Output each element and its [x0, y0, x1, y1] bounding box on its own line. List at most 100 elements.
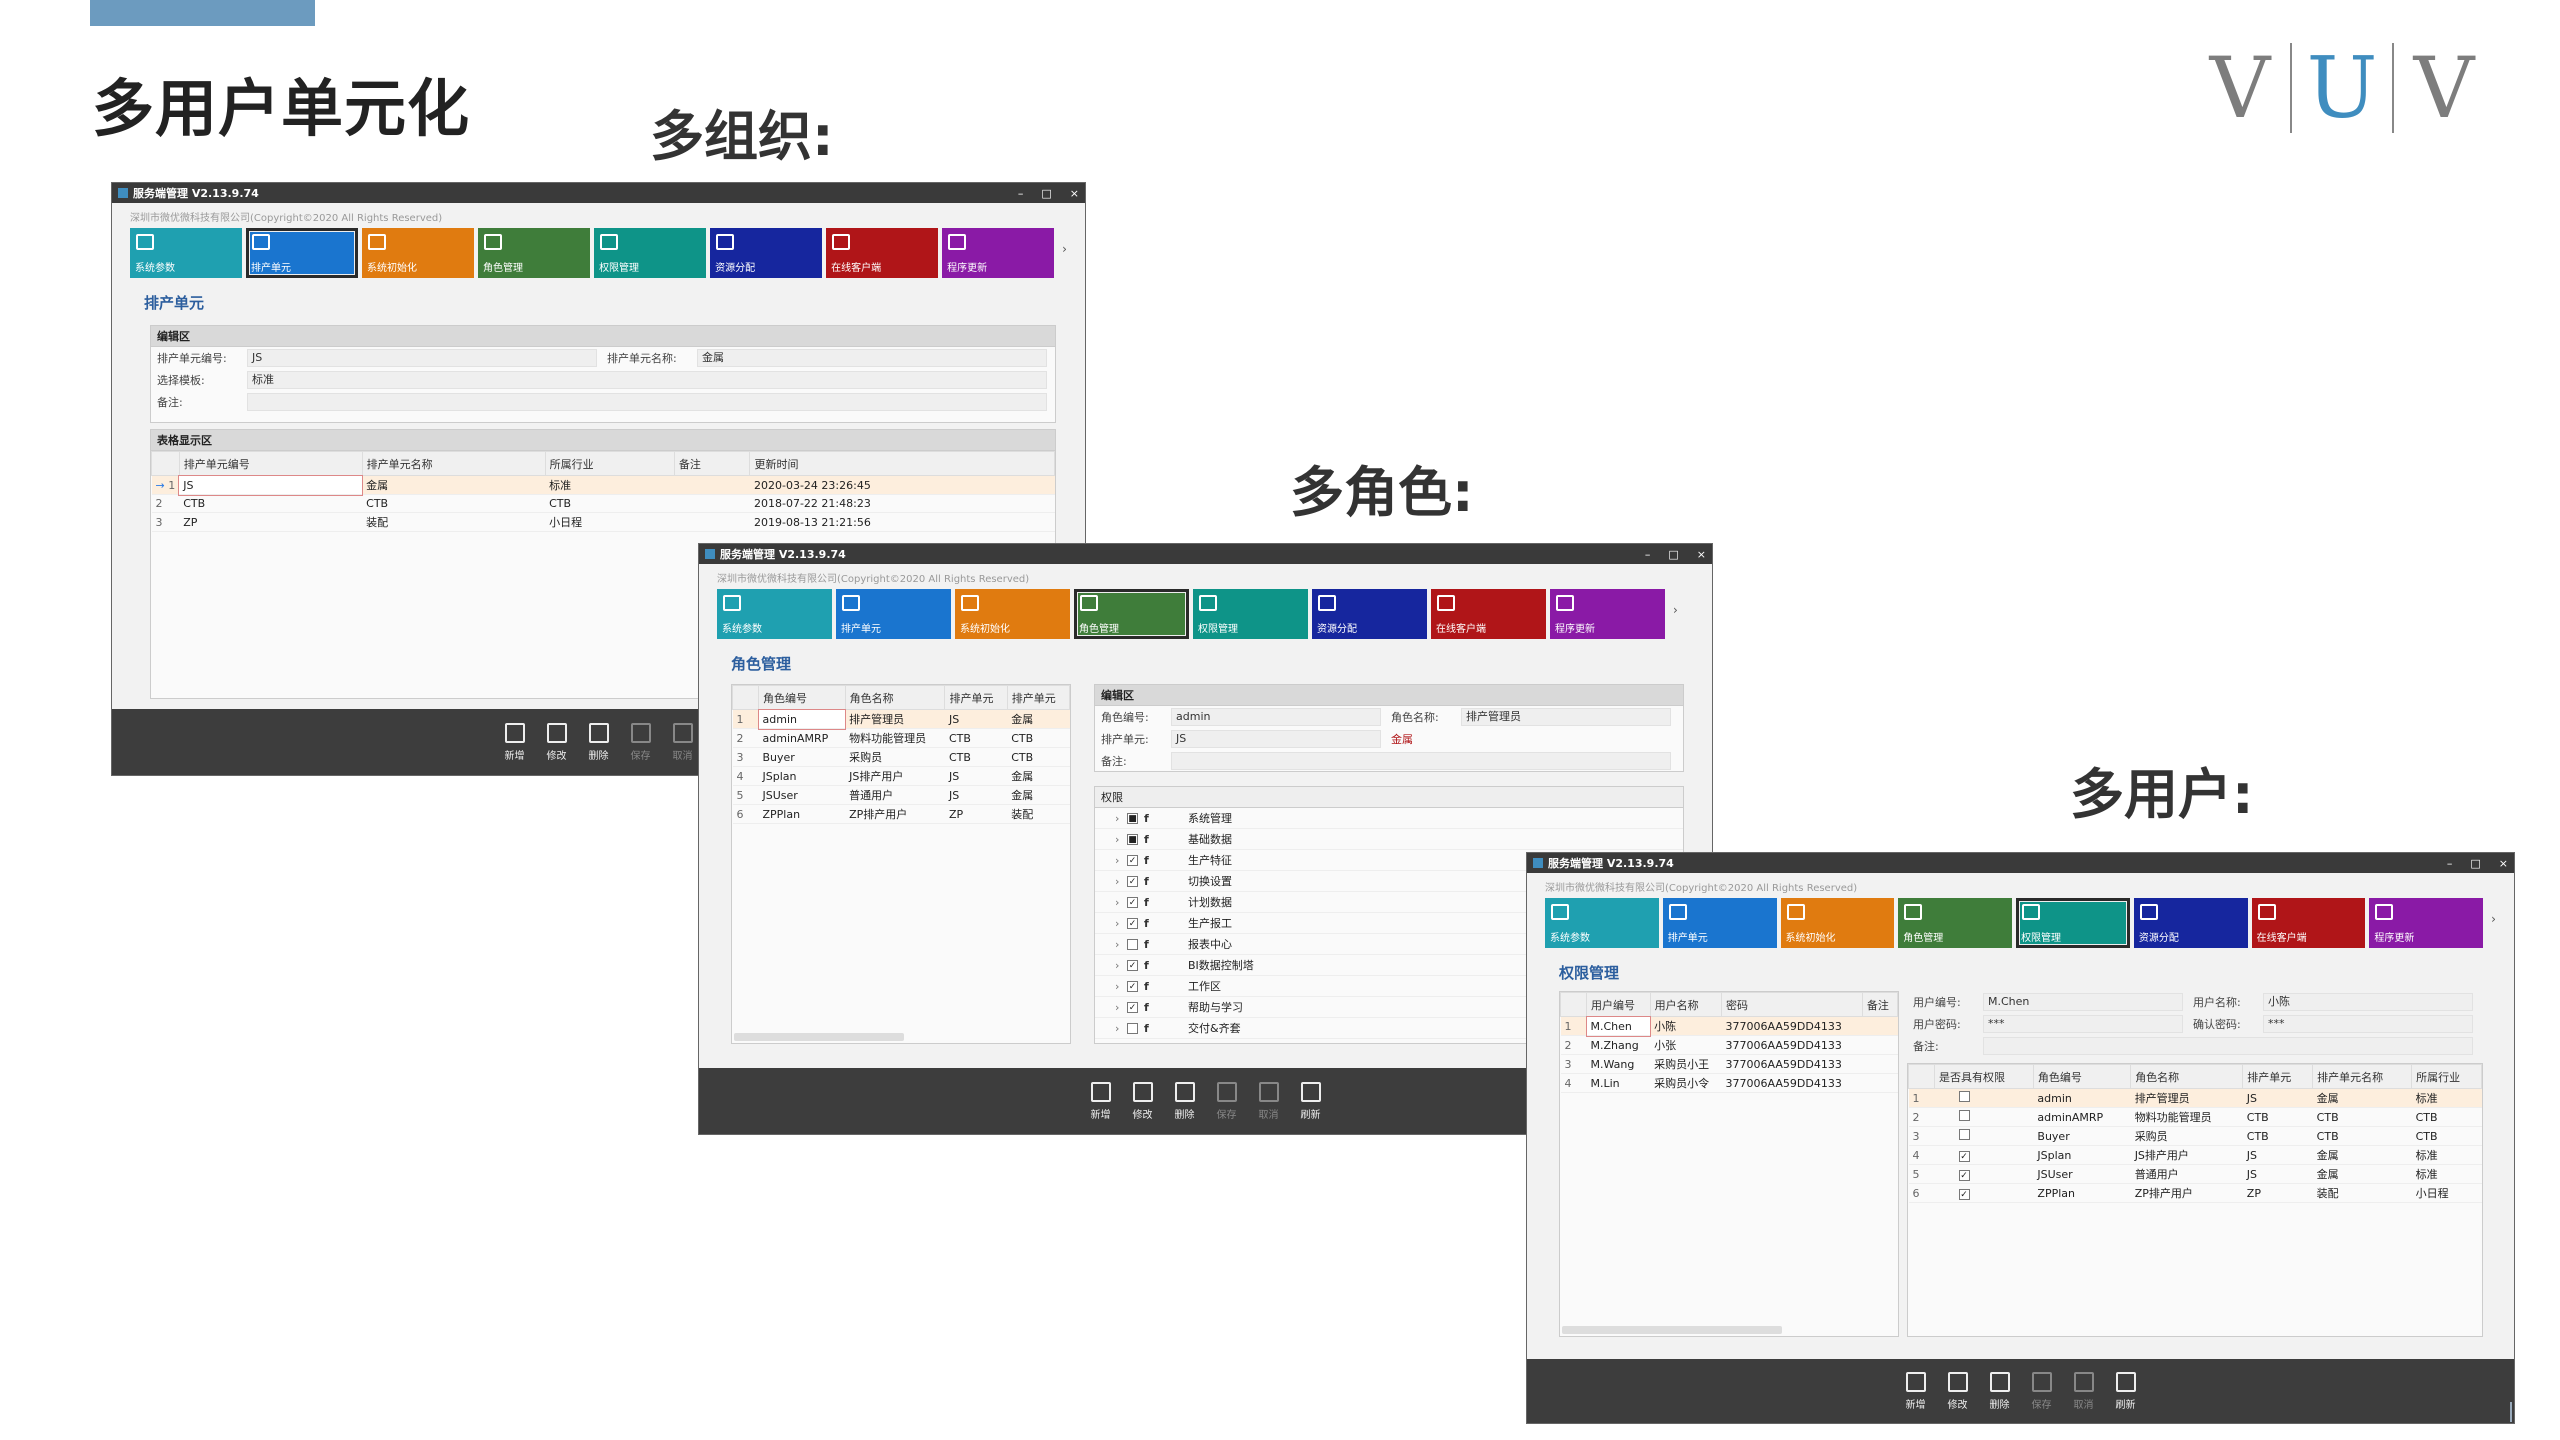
user-code-field[interactable]: M.Chen — [1983, 993, 2183, 1011]
tile-5[interactable]: 资源分配 — [710, 228, 823, 278]
footer-button-2[interactable]: 删除 — [1174, 1081, 1195, 1121]
cell-user-name[interactable]: 小陈 — [1650, 1016, 1722, 1036]
maximize-button[interactable]: □ — [1668, 548, 1678, 561]
footer-button-3[interactable]: 保存 — [630, 722, 651, 762]
footer-button-4[interactable]: 取消 — [2073, 1371, 2094, 1411]
column-header[interactable]: 备注 — [673, 451, 751, 476]
footer-button-2[interactable]: 删除 — [1989, 1371, 2010, 1411]
cell-unit[interactable]: JS — [944, 785, 1008, 805]
tile-0[interactable]: 系统参数 — [130, 228, 243, 278]
cell-unit[interactable]: JS — [944, 709, 1008, 729]
confirm-password-field[interactable]: *** — [2263, 1015, 2473, 1033]
unit-name-field[interactable]: 金属 — [697, 349, 1047, 367]
minimize-button[interactable]: – — [1645, 548, 1651, 561]
has-permission-checkbox[interactable]: ✓ — [1958, 1150, 1970, 1162]
permission-checkbox[interactable]: ✓ — [1127, 980, 1138, 992]
column-header[interactable]: 所属行业 — [2411, 1064, 2482, 1089]
cell-unit-name[interactable]: 金属 — [2312, 1088, 2412, 1108]
cell-user-name[interactable]: 采购员小令 — [1650, 1073, 1722, 1093]
cell-industry[interactable]: 小日程 — [2411, 1183, 2482, 1203]
table-row[interactable]: 5 ✓ JSUser 普通用户 JS 金属 标准 — [1908, 1164, 2482, 1184]
expand-icon[interactable]: › — [1115, 1001, 1127, 1014]
cell-note[interactable] — [674, 475, 750, 495]
table-row[interactable]: 1 M.Chen 小陈 377006AA59DD4133 — [1560, 1015, 1898, 1037]
cell-role-name[interactable]: 排产管理员 — [845, 709, 945, 729]
footer-button-2[interactable]: 删除 — [588, 722, 609, 762]
column-header[interactable]: 密码 — [1721, 992, 1863, 1017]
cell-unit[interactable]: JS — [2242, 1164, 2313, 1184]
cell-password[interactable]: 377006AA59DD4133 — [1721, 1016, 1863, 1036]
cell-role-name[interactable]: 物料功能管理员 — [2130, 1107, 2243, 1127]
role-name-field[interactable]: 排产管理员 — [1461, 708, 1671, 726]
cell-role-name[interactable]: ZP排产用户 — [2130, 1183, 2243, 1203]
footer-button-4[interactable]: 取消 — [672, 722, 693, 762]
table-row[interactable]: 1 admin 排产管理员 JS 金属 — [732, 708, 1070, 730]
cell-unit-name[interactable]: CTB — [1007, 728, 1070, 748]
permission-checkbox[interactable] — [1127, 938, 1138, 950]
cell-user-code[interactable]: M.Wang — [1586, 1054, 1651, 1074]
maximize-button[interactable]: □ — [2470, 857, 2480, 870]
cell-unit-name[interactable]: 金属 — [2312, 1164, 2412, 1184]
cell-user-code[interactable]: M.Zhang — [1586, 1035, 1651, 1055]
has-permission-checkbox[interactable] — [1958, 1129, 1970, 1140]
cell-unit-name[interactable]: 装配 — [2312, 1183, 2412, 1203]
cell-user-code[interactable]: M.Lin — [1586, 1073, 1651, 1093]
permission-checkbox[interactable]: ■ — [1127, 812, 1138, 824]
tile-1[interactable]: 排产单元 — [246, 228, 359, 278]
table-row[interactable]: 3 M.Wang 采购员小王 377006AA59DD4133 — [1560, 1054, 1898, 1074]
has-permission-checkbox[interactable]: ✓ — [1958, 1188, 1970, 1200]
tile-4[interactable]: 权限管理 — [594, 228, 707, 278]
permission-checkbox[interactable]: ✓ — [1127, 1001, 1138, 1013]
cell-note[interactable] — [1862, 1054, 1898, 1074]
cell-role-name[interactable]: JS排产用户 — [845, 766, 945, 786]
cell-note[interactable] — [1862, 1016, 1898, 1036]
cell-industry[interactable]: 标准 — [2411, 1088, 2482, 1108]
tile-2[interactable]: 系统初始化 — [955, 589, 1070, 639]
cell-user-name[interactable]: 小张 — [1650, 1035, 1722, 1055]
footer-button-5[interactable]: 刷新 — [2115, 1371, 2136, 1411]
cell-industry[interactable]: 小日程 — [545, 512, 675, 532]
maximize-button[interactable]: □ — [1041, 187, 1051, 200]
tile-5[interactable]: 资源分配 — [1312, 589, 1427, 639]
column-header[interactable]: 排产单元 — [944, 685, 1008, 710]
cell-industry[interactable]: CTB — [2411, 1126, 2482, 1146]
cell-industry[interactable]: 标准 — [545, 475, 675, 495]
cell-note[interactable] — [1862, 1035, 1898, 1055]
note-field[interactable] — [1171, 752, 1671, 770]
cell-role-code[interactable]: Buyer — [758, 747, 846, 767]
column-header[interactable]: 排产单元 — [2242, 1064, 2314, 1089]
cell-note[interactable] — [674, 512, 750, 532]
column-header[interactable]: 角色编号 — [758, 685, 846, 710]
cell-unit-name[interactable]: CTB — [1007, 747, 1070, 767]
table-row[interactable]: 4 ✓ JSplan JS排产用户 JS 金属 标准 — [1908, 1145, 2482, 1165]
cell-role-code[interactable]: ZPPlan — [758, 804, 846, 824]
tile-0[interactable]: 系统参数 — [1545, 898, 1659, 948]
tile-2[interactable]: 系统初始化 — [1780, 898, 1895, 948]
column-header[interactable]: 备注 — [1861, 992, 1899, 1017]
column-header[interactable]: 角色编号 — [2032, 1064, 2132, 1089]
has-permission-checkbox[interactable]: ✓ — [1958, 1169, 1970, 1181]
minimize-button[interactable]: – — [1018, 187, 1024, 200]
cell-role-name[interactable]: ZP排产用户 — [845, 804, 945, 824]
cell-unit-name[interactable]: 金属 — [1007, 785, 1070, 805]
footer-button-0[interactable]: 新增 — [1090, 1081, 1111, 1121]
cell-password[interactable]: 377006AA59DD4133 — [1721, 1073, 1863, 1093]
permission-checkbox[interactable]: ■ — [1127, 833, 1138, 845]
close-button[interactable]: × — [1070, 187, 1079, 200]
cell-time[interactable]: 2019-08-13 21:21:56 — [749, 512, 1055, 532]
has-permission-checkbox[interactable] — [1958, 1110, 1970, 1121]
cell-role-code[interactable]: JSplan — [758, 766, 846, 786]
tile-7[interactable]: 程序更新 — [1550, 589, 1665, 639]
footer-button-0[interactable]: 新增 — [1905, 1371, 1926, 1411]
note-field[interactable] — [1983, 1037, 2473, 1055]
tile-1[interactable]: 排产单元 — [836, 589, 951, 639]
table-row[interactable]: 2 M.Zhang 小张 377006AA59DD4133 — [1560, 1035, 1898, 1055]
footer-button-3[interactable]: 保存 — [1216, 1081, 1237, 1121]
cell-role-name[interactable]: 采购员 — [2130, 1126, 2243, 1146]
cell-unit-name[interactable]: 装配 — [1007, 804, 1070, 824]
has-permission-checkbox[interactable] — [1958, 1091, 1970, 1102]
table-row[interactable]: 2 adminAMRP 物料功能管理员 CTB CTB CTB — [1908, 1107, 2482, 1127]
cell-unit-name[interactable]: 金属 — [1007, 766, 1070, 786]
cell-role-name[interactable]: 普通用户 — [2130, 1164, 2243, 1184]
permission-checkbox[interactable]: ✓ — [1127, 896, 1138, 908]
